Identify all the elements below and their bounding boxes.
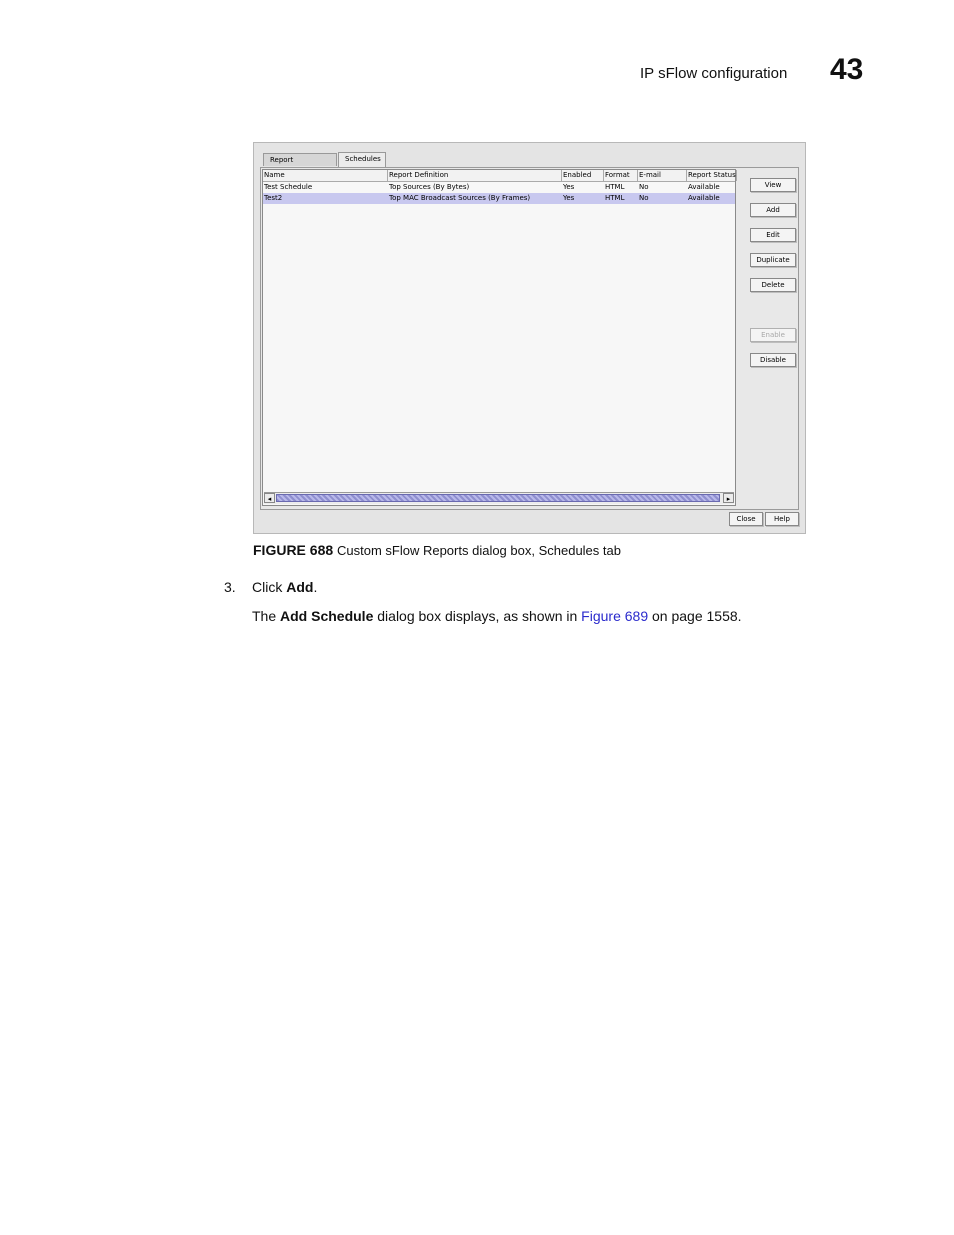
column-header-name[interactable]: Name [263,170,388,181]
table-header: Name Report Definition Enabled Format E-… [263,170,737,182]
cell-enabled: Yes [563,194,575,202]
add-button[interactable]: Add [750,203,796,217]
edit-button[interactable]: Edit [750,228,796,242]
step-number: 3. [224,579,236,595]
cell-email: No [639,183,649,191]
para-text-2: dialog box displays, as shown in [373,608,582,624]
close-button[interactable]: Close [729,512,763,526]
cell-name: Test Schedule [264,183,313,191]
horizontal-scrollbar[interactable]: ◂ ▸ [264,492,734,504]
chapter-number: 43 [830,53,864,86]
disable-button[interactable]: Disable [750,353,796,367]
schedules-table: Name Report Definition Enabled Format E-… [262,169,737,506]
help-button[interactable]: Help [765,512,799,526]
cell-report-definition: Top MAC Broadcast Sources (By Frames) [389,194,531,202]
scroll-left-arrow-icon[interactable]: ◂ [264,493,275,503]
para-text-3: on page 1558. [648,608,742,624]
cell-report-status: Available [688,194,720,202]
cell-name: Test2 [264,194,283,202]
step-text: Click Add. [252,579,317,595]
view-button[interactable]: View [750,178,796,192]
tab-schedules[interactable]: Schedules [338,152,386,167]
duplicate-button[interactable]: Duplicate [750,253,796,267]
scrollbar-thumb[interactable] [276,494,720,502]
column-header-enabled[interactable]: Enabled [562,170,604,181]
cell-email: No [639,194,649,202]
figure-689-link[interactable]: Figure 689 [581,608,648,624]
para-text-1: The [252,608,281,624]
para-bold-add-schedule: Add Schedule [280,608,374,624]
step-suffix: . [313,579,318,595]
table-row[interactable]: Test Schedule Top Sources (By Bytes) Yes… [263,182,735,193]
column-header-report-definition[interactable]: Report Definition [388,170,562,181]
enable-button[interactable]: Enable [750,328,796,342]
step-bold-add: Add [286,579,314,595]
paragraph-add-schedule: The Add Schedule dialog box displays, as… [252,608,742,624]
cell-format: HTML [605,194,625,202]
table-row-selected[interactable]: Test2 Top MAC Broadcast Sources (By Fram… [263,193,735,204]
cell-enabled: Yes [563,183,575,191]
scroll-right-arrow-icon[interactable]: ▸ [723,493,734,503]
cell-report-definition: Top Sources (By Bytes) [389,183,470,191]
column-header-email[interactable]: E-mail [638,170,687,181]
page-header-title: IP sFlow configuration [640,65,788,82]
figure-label: FIGURE 688 [253,542,334,558]
schedules-panel: Name Report Definition Enabled Format E-… [260,167,799,510]
cell-report-status: Available [688,183,720,191]
cell-format: HTML [605,183,625,191]
column-header-format[interactable]: Format [604,170,638,181]
column-header-report-status[interactable]: Report Status [687,170,737,181]
step-prefix: Click [252,579,287,595]
tab-report-definitions[interactable]: Report Definitions [263,153,337,177]
custom-sflow-reports-dialog: Report Definitions Schedules Name Report… [253,142,806,534]
figure-caption: Custom sFlow Reports dialog box, Schedul… [337,543,621,558]
delete-button[interactable]: Delete [750,278,796,292]
